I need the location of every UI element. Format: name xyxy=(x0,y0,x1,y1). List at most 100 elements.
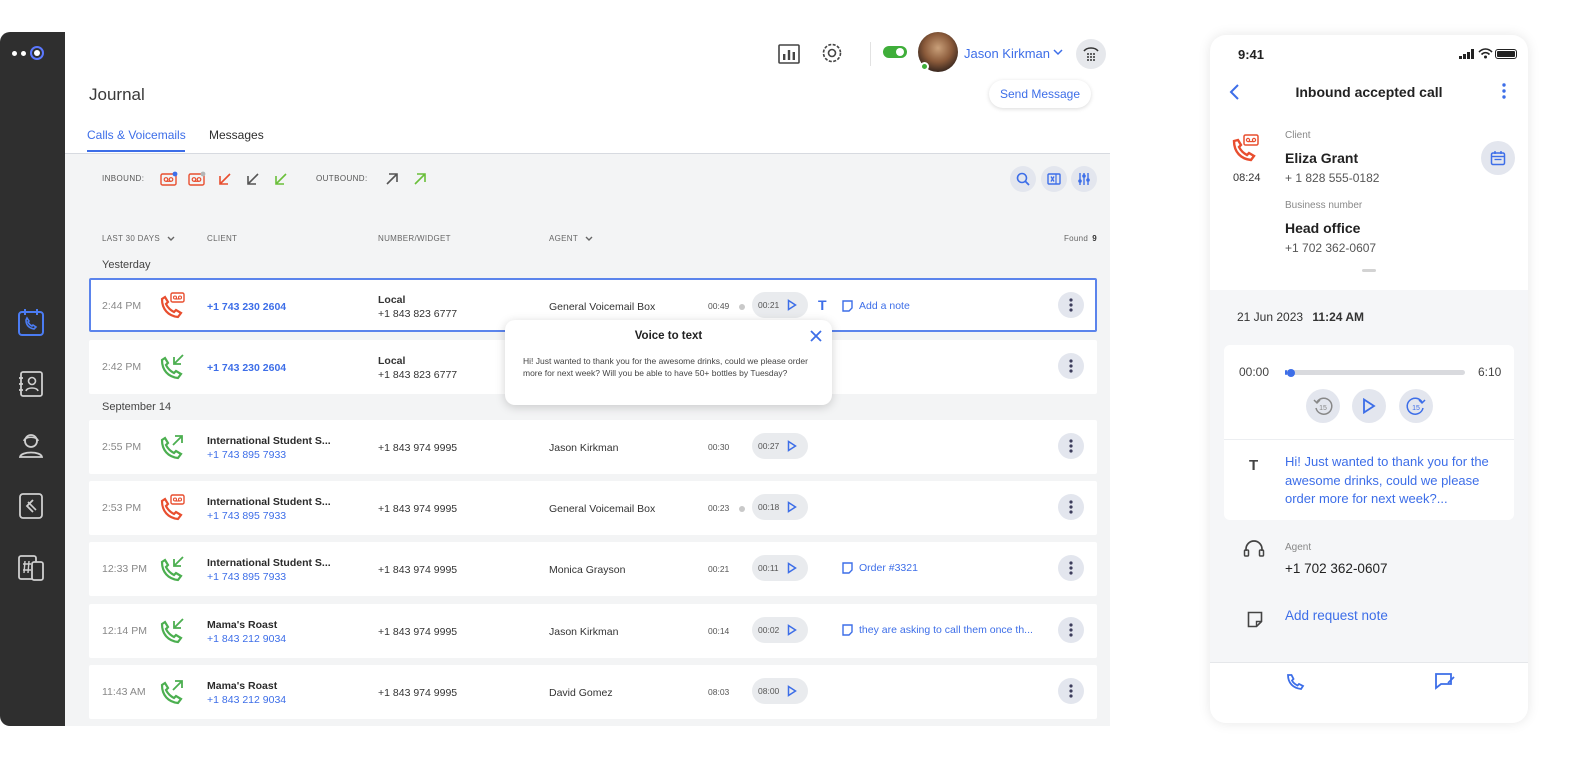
table-row[interactable]: 2:55 PM International Student S... +1 74… xyxy=(89,420,1097,474)
recording-length: 00:27 xyxy=(758,441,780,451)
row-more-button[interactable] xyxy=(1058,617,1084,643)
note-text: Order #3321 xyxy=(859,562,918,574)
journal-app: Jason Kirkman Journal Send Message Calls… xyxy=(65,32,1110,726)
recording-length: 00:02 xyxy=(758,625,780,635)
row-more-button[interactable] xyxy=(1058,678,1084,704)
filter-inbound-icon[interactable] xyxy=(243,169,263,189)
play-recording-button[interactable]: 00:02 xyxy=(752,617,808,643)
chart-icon[interactable] xyxy=(777,42,801,66)
row-note-link[interactable]: Order #3321 xyxy=(842,562,918,574)
row-more-button[interactable] xyxy=(1058,433,1084,459)
phone-title: Inbound accepted call xyxy=(1295,84,1443,100)
send-message-button[interactable]: Send Message xyxy=(989,80,1091,108)
row-more-button[interactable] xyxy=(1058,353,1084,379)
client-name[interactable]: International Student S... xyxy=(207,496,331,508)
user-name[interactable]: Jason Kirkman xyxy=(964,46,1050,61)
filter-missed-icon[interactable] xyxy=(215,169,235,189)
filter-outbound-accepted-icon[interactable] xyxy=(410,169,430,189)
play-recording-button[interactable]: 00:18 xyxy=(752,494,808,520)
client-name[interactable]: International Student S... xyxy=(207,557,331,569)
client-number-link[interactable]: +1 743 230 2604 xyxy=(207,301,286,313)
rail-widgets-icon[interactable] xyxy=(15,490,47,522)
filter-voicemail-icon[interactable] xyxy=(187,169,207,189)
client-name[interactable]: International Student S... xyxy=(207,435,331,447)
settings-icon[interactable] xyxy=(820,41,844,65)
row-time: 2:44 PM xyxy=(102,300,142,312)
row-time: 12:33 PM xyxy=(102,563,147,575)
rewind-15-button[interactable]: 15 xyxy=(1306,389,1340,423)
drag-handle[interactable] xyxy=(1362,269,1376,272)
rail-contacts-icon[interactable] xyxy=(15,368,47,400)
table-row[interactable]: 2:53 PM International Student S... +1 74… xyxy=(89,481,1097,535)
voice-to-text-icon[interactable]: T xyxy=(818,297,827,313)
rail-agents-icon[interactable] xyxy=(15,429,47,461)
headset-icon xyxy=(1243,539,1265,559)
status-time: 9:41 xyxy=(1238,47,1265,62)
inbound-label: INBOUND: xyxy=(102,174,145,183)
column-agent[interactable]: AGENT xyxy=(549,234,596,243)
group-september-14: September 14 xyxy=(102,401,172,413)
found-label: Found xyxy=(1064,234,1089,243)
play-recording-button[interactable]: 00:11 xyxy=(752,555,808,581)
client-number[interactable]: +1 743 895 7933 xyxy=(207,449,286,461)
note-icon xyxy=(842,300,853,312)
client-number[interactable]: +1 843 212 9034 xyxy=(207,633,286,645)
number-value: +1 843 974 9995 xyxy=(378,626,458,638)
app-logo xyxy=(12,46,44,60)
table-row[interactable]: 11:43 AM Mama's Roast +1 843 212 9034 +1… xyxy=(89,665,1097,719)
chevron-down-icon[interactable] xyxy=(1053,48,1063,56)
forward-15-button[interactable]: 15 xyxy=(1399,389,1433,423)
found-count: Found 9 xyxy=(1064,234,1097,243)
client-name[interactable]: Mama's Roast xyxy=(207,680,277,692)
column-period[interactable]: LAST 30 DAYS xyxy=(102,234,178,243)
page-title: Journal xyxy=(89,85,145,104)
card-divider xyxy=(1224,439,1514,440)
table-row[interactable]: 12:14 PM Mama's Roast +1 843 212 9034 +1… xyxy=(89,604,1097,658)
rewind-icon: 15 xyxy=(1313,397,1333,415)
filter-accepted-icon[interactable] xyxy=(271,169,291,189)
client-name[interactable]: Mama's Roast xyxy=(207,619,277,631)
add-request-note-link[interactable]: Add request note xyxy=(1285,608,1388,623)
player-knob[interactable] xyxy=(1286,368,1295,377)
column-number: NUMBER/WIDGET xyxy=(378,234,451,243)
client-number[interactable]: + 1 828 555-0182 xyxy=(1285,171,1379,185)
close-icon[interactable] xyxy=(808,328,824,344)
tab-messages[interactable]: Messages xyxy=(209,128,264,142)
play-button[interactable] xyxy=(1352,389,1386,423)
filter-voicemail-new-icon[interactable] xyxy=(159,169,179,189)
avatar[interactable] xyxy=(918,32,958,72)
play-recording-button[interactable]: 08:00 xyxy=(752,678,808,704)
play-recording-button[interactable]: 00:27 xyxy=(752,433,808,459)
rail-calls-journal-icon[interactable] xyxy=(15,306,47,338)
call-icon[interactable] xyxy=(1285,672,1305,692)
more-icon[interactable] xyxy=(1502,83,1506,99)
export-excel-icon[interactable] xyxy=(1041,166,1067,192)
rail-numbers-icon[interactable] xyxy=(15,552,47,584)
player-progress-track[interactable] xyxy=(1285,368,1465,377)
transcript-text[interactable]: Hi! Just wanted to thank you for the awe… xyxy=(1285,453,1505,509)
row-note-link[interactable]: they are asking to call them once th... xyxy=(842,624,1033,636)
call-date-value: 21 Jun 2023 xyxy=(1237,310,1304,324)
availability-toggle[interactable] xyxy=(883,46,907,58)
play-icon xyxy=(788,299,798,311)
client-number-link[interactable]: +1 743 230 2604 xyxy=(207,362,286,374)
tab-calls-voicemails[interactable]: Calls & Voicemails xyxy=(87,128,186,142)
row-more-button[interactable] xyxy=(1058,292,1084,318)
call-date: 21 Jun 2023 11:24 AM xyxy=(1237,310,1364,324)
message-icon[interactable] xyxy=(1434,672,1456,692)
table-row[interactable]: 12:33 PM International Student S... +1 7… xyxy=(89,542,1097,596)
topbar-divider xyxy=(870,42,871,66)
popup-title: Voice to text xyxy=(634,330,703,342)
add-note-link[interactable]: Add a note xyxy=(842,300,910,312)
calendar-icon[interactable] xyxy=(1481,141,1515,175)
client-number[interactable]: +1 743 895 7933 xyxy=(207,571,286,583)
client-number[interactable]: +1 843 212 9034 xyxy=(207,694,286,706)
play-recording-button[interactable]: 00:21 xyxy=(752,292,808,318)
client-number[interactable]: +1 743 895 7933 xyxy=(207,510,286,522)
dialpad-icon[interactable] xyxy=(1076,39,1106,69)
row-more-button[interactable] xyxy=(1058,555,1084,581)
search-icon[interactable] xyxy=(1010,166,1036,192)
filter-outbound-icon[interactable] xyxy=(382,169,402,189)
filter-settings-icon[interactable] xyxy=(1071,166,1097,192)
row-more-button[interactable] xyxy=(1058,494,1084,520)
